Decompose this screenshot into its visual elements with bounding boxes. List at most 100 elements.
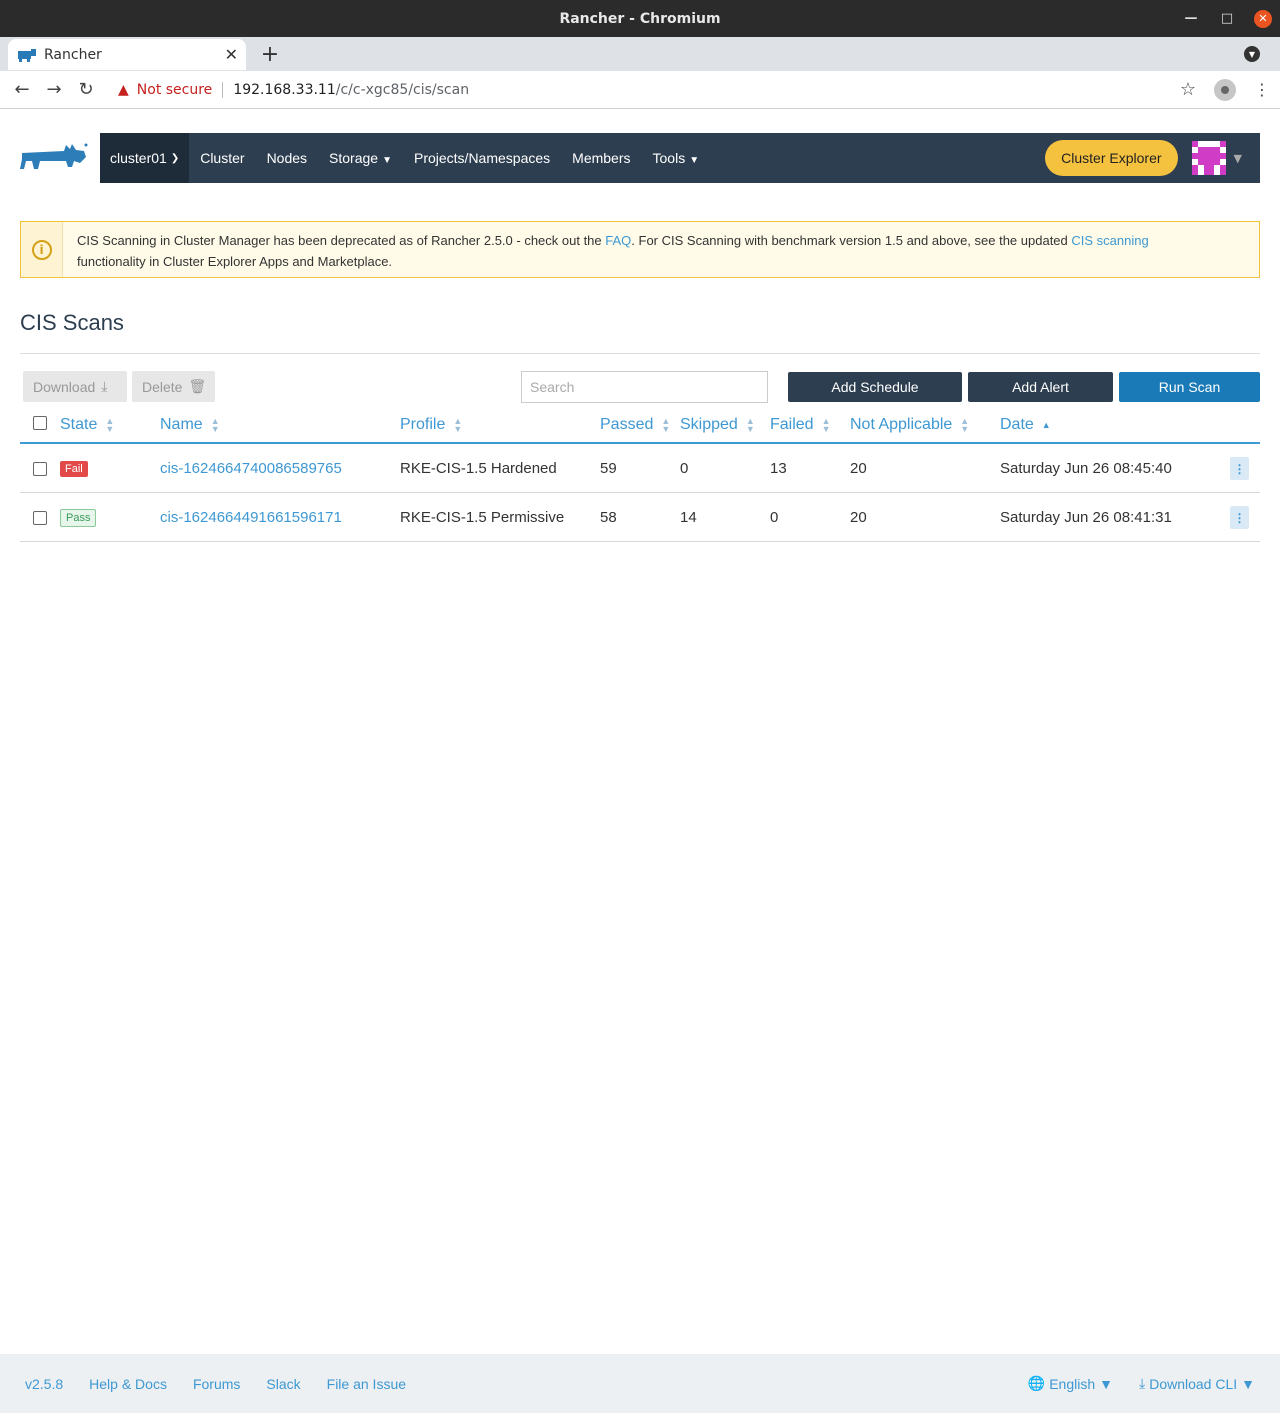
- language-selector[interactable]: 🌐 English ▼: [1028, 1375, 1113, 1392]
- deprecation-banner: i CIS Scanning in Cluster Manager has be…: [20, 221, 1260, 278]
- nav-storage[interactable]: Storage ▼: [318, 150, 403, 166]
- nav-tools[interactable]: Tools ▼: [642, 150, 711, 166]
- delete-button[interactable]: Delete 🗑: [132, 371, 215, 402]
- address-separator: [222, 81, 224, 98]
- skipped-cell: 14: [680, 509, 697, 526]
- nav-tools-label: Tools: [652, 150, 686, 166]
- download-button[interactable]: Download ⤓: [23, 371, 127, 402]
- kebab-icon: ⋮: [1230, 457, 1249, 480]
- passed-cell: 58: [600, 509, 617, 526]
- banner-message: CIS Scanning in Cluster Manager has been…: [63, 222, 1163, 277]
- column-passed[interactable]: Passed ▲ ▼: [600, 416, 670, 434]
- window-title: Rancher - Chromium: [559, 10, 721, 27]
- url-field[interactable]: 192.168.33.11/c/c-xgc85/cis/scan: [233, 82, 469, 98]
- sort-icon: ▲ ▼: [105, 416, 115, 434]
- column-not-applicable[interactable]: Not Applicable ▲ ▼: [850, 416, 969, 434]
- user-menu[interactable]: ▼: [1191, 141, 1242, 175]
- cis-scanning-link[interactable]: CIS scanning: [1071, 233, 1148, 248]
- window-titlebar: Rancher - Chromium — □ ✕: [0, 0, 1280, 37]
- row-checkbox[interactable]: [33, 493, 47, 542]
- sort-icon: ▲ ▼: [821, 416, 831, 434]
- security-indicator[interactable]: ▲ Not secure: [118, 82, 212, 98]
- download-icon: ⤓: [101, 378, 108, 394]
- add-schedule-button[interactable]: Add Schedule: [788, 372, 962, 402]
- row-actions[interactable]: ⋮: [1230, 444, 1249, 493]
- column-profile[interactable]: Profile ▲ ▼: [400, 416, 462, 434]
- column-skipped-label: Skipped: [680, 416, 738, 433]
- sort-icon: ▲ ▼: [661, 416, 671, 434]
- maximize-icon[interactable]: □: [1218, 10, 1236, 28]
- download-cli-label: Download CLI: [1149, 1375, 1238, 1392]
- search-input[interactable]: [521, 371, 768, 403]
- cluster-explorer-button[interactable]: Cluster Explorer: [1045, 140, 1178, 176]
- failed-cell: 0: [770, 509, 779, 526]
- banner-icon-column: i: [21, 222, 63, 277]
- browser-tab[interactable]: Rancher ✕: [8, 39, 246, 70]
- slack-link[interactable]: Slack: [266, 1376, 300, 1392]
- table-header: State ▲ ▼ Name ▲ ▼ Profile ▲ ▼ Passed ▲ ▼ Skippe…: [20, 410, 1260, 444]
- bookmark-star-icon[interactable]: ☆: [1180, 79, 1196, 100]
- new-tab-icon[interactable]: +: [256, 40, 284, 68]
- sort-ascending-icon: ▲: [1041, 420, 1051, 430]
- skipped-cell: 0: [680, 460, 689, 477]
- column-not-applicable-label: Not Applicable: [850, 416, 953, 433]
- forward-icon[interactable]: →: [42, 78, 66, 102]
- chevron-down-icon: ▼: [1233, 151, 1242, 165]
- nav-cluster[interactable]: Cluster: [189, 150, 255, 166]
- profile-icon[interactable]: [1214, 78, 1236, 101]
- minimize-icon[interactable]: —: [1182, 10, 1200, 28]
- sort-icon: ▲ ▼: [960, 416, 970, 434]
- page-title: CIS Scans: [20, 310, 124, 335]
- column-name[interactable]: Name ▲ ▼: [160, 416, 220, 434]
- select-all-checkbox[interactable]: [33, 416, 47, 430]
- rancher-logo[interactable]: [20, 133, 100, 183]
- reload-icon[interactable]: ↻: [74, 78, 98, 102]
- url-host: 192.168.33.11: [233, 81, 336, 98]
- help-docs-link[interactable]: Help & Docs: [89, 1376, 167, 1392]
- tab-close-icon[interactable]: ✕: [225, 45, 238, 64]
- checkbox: [33, 510, 47, 525]
- main-nav: cluster01 ❯ Cluster Nodes Storage ▼ Proje…: [100, 133, 1260, 183]
- row-checkbox[interactable]: [33, 444, 47, 493]
- nav-members[interactable]: Members: [561, 150, 641, 166]
- download-label: Download: [33, 378, 96, 395]
- globe-icon: 🌐: [1027, 1375, 1046, 1391]
- column-skipped[interactable]: Skipped ▲ ▼: [680, 416, 755, 434]
- column-state[interactable]: State ▲ ▼: [60, 416, 114, 434]
- scan-name-link[interactable]: cis-1624664740086589765: [160, 444, 342, 493]
- page-footer: v2.5.8 Help & Docs Forums Slack File an …: [0, 1354, 1280, 1413]
- cluster-selector[interactable]: cluster01 ❯: [100, 133, 190, 183]
- file-issue-link[interactable]: File an Issue: [327, 1376, 406, 1392]
- row-actions[interactable]: ⋮: [1230, 493, 1249, 542]
- tab-search-icon[interactable]: ▼: [1244, 46, 1260, 62]
- browser-menu-icon[interactable]: ⋮: [1254, 80, 1270, 99]
- column-failed[interactable]: Failed ▲ ▼: [770, 416, 831, 434]
- column-date[interactable]: Date ▲: [1000, 416, 1051, 434]
- version-link[interactable]: v2.5.8: [25, 1376, 63, 1392]
- nav-projects[interactable]: Projects/Namespaces: [403, 150, 561, 166]
- nav-storage-label: Storage: [329, 150, 379, 166]
- add-alert-button[interactable]: Add Alert: [968, 372, 1113, 402]
- column-failed-label: Failed: [770, 416, 814, 433]
- scans-table: State ▲ ▼ Name ▲ ▼ Profile ▲ ▼ Passed ▲ ▼ Skippe…: [20, 410, 1260, 542]
- faq-link[interactable]: FAQ: [605, 233, 631, 248]
- download-cli-button[interactable]: ⤓ Download CLI ▼: [1139, 1375, 1255, 1392]
- forums-link[interactable]: Forums: [193, 1376, 240, 1392]
- chevron-down-icon: ▼: [1099, 1375, 1113, 1392]
- address-bar: ← → ↻ ▲ Not secure 192.168.33.11/c/c-xgc…: [0, 71, 1280, 109]
- state-cell: Pass: [60, 493, 97, 542]
- date-cell: Saturday Jun 26 08:41:31: [1000, 509, 1172, 526]
- sort-icon: ▲ ▼: [745, 416, 755, 434]
- close-window-icon[interactable]: ✕: [1254, 9, 1272, 28]
- tab-title: Rancher: [44, 46, 102, 63]
- nav-nodes[interactable]: Nodes: [256, 150, 318, 166]
- column-state-label: State: [60, 416, 98, 433]
- run-scan-button[interactable]: Run Scan: [1119, 372, 1260, 402]
- security-label: Not secure: [136, 81, 213, 98]
- back-icon[interactable]: ←: [10, 78, 34, 102]
- not-applicable-cell: 20: [850, 460, 867, 477]
- cluster-name: cluster01: [110, 150, 167, 166]
- column-name-label: Name: [160, 416, 203, 433]
- delete-label: Delete: [142, 378, 183, 395]
- scan-name-link[interactable]: cis-1624664491661596171: [160, 493, 342, 542]
